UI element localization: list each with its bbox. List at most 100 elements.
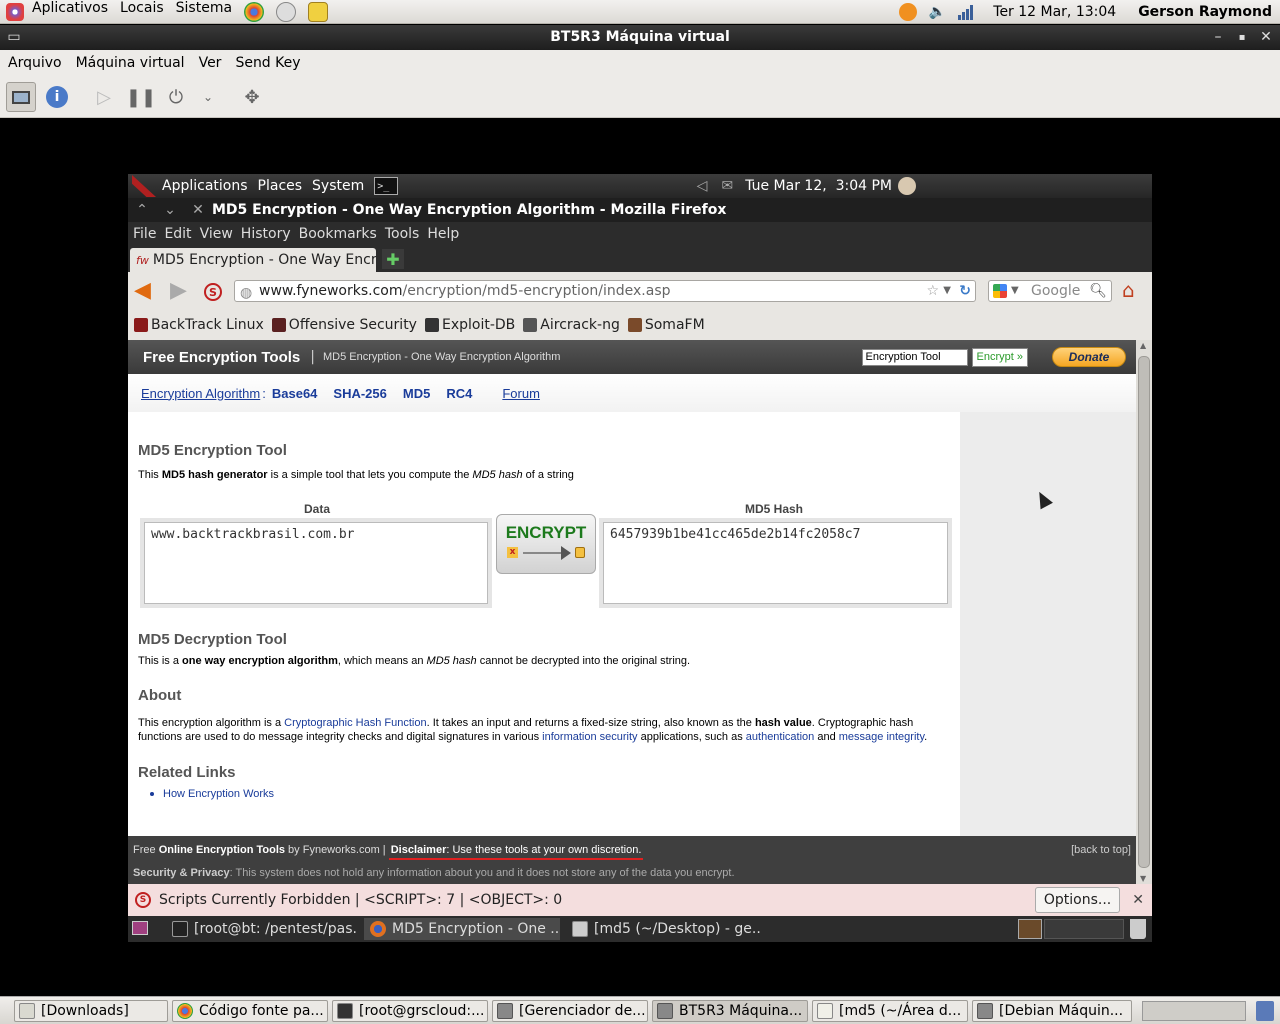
- ff-menu-view[interactable]: View: [200, 226, 233, 242]
- guest-task-terminal[interactable]: [root@bt: /pentest/pas...: [166, 918, 356, 940]
- guest-clock[interactable]: Tue Mar 12, 3:04 PM: [745, 178, 892, 194]
- reload-icon[interactable]: ↻: [959, 281, 971, 301]
- scroll-up-icon[interactable]: ▲: [1140, 341, 1146, 350]
- volume-icon[interactable]: 🔈: [929, 4, 946, 20]
- ff-menu-bookmarks[interactable]: Bookmarks: [299, 226, 377, 242]
- host-clock[interactable]: Ter 12 Mar, 13:04: [993, 4, 1116, 20]
- guest-task-gedit[interactable]: [md5 (~/Desktop) - ge...: [566, 918, 762, 940]
- chrome-launcher-icon[interactable]: [244, 1, 265, 22]
- scrollbar-thumb[interactable]: [1138, 356, 1150, 868]
- google-engine-icon[interactable]: [993, 284, 1007, 298]
- ff-menu-tools[interactable]: Tools: [385, 226, 420, 242]
- nav-rc4[interactable]: RC4: [446, 386, 472, 401]
- nav-encryption-algorithm-link[interactable]: Encryption Algorithm: [141, 386, 260, 401]
- bookmark-exploit-db[interactable]: Exploit-DB: [424, 317, 515, 333]
- guest-mail-icon[interactable]: ✉: [721, 178, 733, 194]
- noscript-icon[interactable]: S: [204, 283, 222, 301]
- host-task-bt5r3-vm[interactable]: BT5R3 Máquina...: [652, 1000, 808, 1022]
- new-tab-button[interactable]: ✚: [382, 249, 404, 269]
- hash-textarea[interactable]: 6457939b1be41cc465de2b14fc2058c7: [603, 522, 948, 604]
- site-encrypt-button[interactable]: Encrypt »: [971, 347, 1028, 367]
- search-bar[interactable]: ▼ Google 🔍︎: [988, 280, 1112, 302]
- back-arrow-icon[interactable]: ◀: [134, 279, 151, 303]
- host-user-name[interactable]: Gerson Raymond: [1138, 4, 1272, 20]
- shutdown-menu-button[interactable]: ⌄: [193, 82, 223, 112]
- network-signal-icon[interactable]: [958, 4, 974, 20]
- bookmark-backtrack-linux[interactable]: BackTrack Linux: [134, 317, 264, 333]
- guest-volume-icon[interactable]: ◁: [697, 178, 708, 194]
- vm-menu-ver[interactable]: Ver: [199, 55, 222, 71]
- window-close-icon[interactable]: ✕: [184, 202, 212, 218]
- vm-menu-arquivo[interactable]: Arquivo: [8, 55, 62, 71]
- shutdown-button[interactable]: ⏻: [161, 82, 191, 112]
- link-cryptographic-hash-function[interactable]: Cryptographic Hash Function: [284, 717, 426, 729]
- site-search-input[interactable]: Encryption Tool: [861, 348, 968, 366]
- link-information-security[interactable]: information security: [542, 731, 637, 743]
- back-to-top-link[interactable]: [back to top]: [1071, 844, 1131, 856]
- maximize-icon[interactable]: ▪: [1230, 25, 1254, 50]
- nav-sha-256[interactable]: SHA-256: [333, 386, 386, 401]
- search-icon[interactable]: 🔍︎: [1089, 281, 1107, 301]
- vm-menu-maquina-virtual[interactable]: Máquina virtual: [76, 55, 185, 71]
- host-task-terminal[interactable]: [root@grscloud:...: [332, 1000, 488, 1022]
- link-how-encryption-works[interactable]: How Encryption Works: [163, 788, 274, 800]
- host-task-chrome[interactable]: Código fonte pa...: [172, 1000, 328, 1022]
- window-down-icon[interactable]: ⌄: [156, 202, 184, 218]
- show-desktop-icon[interactable]: [132, 921, 148, 935]
- minimize-icon[interactable]: –: [1206, 25, 1230, 50]
- vm-menu-send-key[interactable]: Send Key: [235, 55, 300, 71]
- pause-button[interactable]: ❚❚: [126, 82, 156, 112]
- details-view-button[interactable]: i: [42, 82, 72, 112]
- trash-icon[interactable]: [1256, 1001, 1274, 1021]
- workspace-switcher[interactable]: [1044, 919, 1124, 939]
- link-authentication[interactable]: authentication: [746, 731, 815, 743]
- nav-forum[interactable]: Forum: [502, 386, 540, 401]
- run-button[interactable]: ▷: [89, 82, 119, 112]
- ff-menu-help[interactable]: Help: [427, 226, 459, 242]
- workspace-switcher[interactable]: [1142, 1001, 1246, 1021]
- vm-window-titlebar[interactable]: ▭ BT5R3 Máquina virtual – ▪ ✕: [0, 25, 1280, 50]
- disk-utility-icon[interactable]: [276, 1, 297, 22]
- encrypt-big-button[interactable]: ENCRYPT x: [496, 514, 596, 574]
- bookmark-star-icon[interactable]: ☆: [926, 281, 939, 301]
- ff-menu-edit[interactable]: Edit: [164, 226, 191, 242]
- host-task-vm-manager[interactable]: [Gerenciador de...: [492, 1000, 648, 1022]
- guest-user-icon[interactable]: [898, 177, 916, 195]
- url-bar[interactable]: ◍ www.fyneworks.com/encryption/md5-encry…: [234, 280, 976, 302]
- guest-menu-applications[interactable]: Applications: [162, 178, 248, 194]
- home-icon[interactable]: ⌂: [1122, 279, 1144, 301]
- ff-menu-file[interactable]: File: [133, 226, 156, 242]
- window-up-icon[interactable]: ⌃: [128, 202, 156, 218]
- bookmark-offensive-security[interactable]: Offensive Security: [271, 317, 417, 333]
- terminal-launcher-icon[interactable]: >_: [374, 177, 399, 195]
- update-notifier-icon[interactable]: [898, 2, 917, 21]
- console-view-button[interactable]: [6, 82, 36, 112]
- host-task-downloads[interactable]: [Downloads]: [14, 1000, 168, 1022]
- scroll-down-icon[interactable]: ▼: [1140, 874, 1146, 883]
- host-task-gedit[interactable]: [md5 (~/Área d...: [812, 1000, 968, 1022]
- host-menu-aplicativos[interactable]: Aplicativos: [30, 0, 114, 24]
- nav-md5[interactable]: MD5: [403, 386, 430, 401]
- data-textarea[interactable]: www.backtrackbrasil.com.br: [144, 522, 488, 604]
- nav-base64[interactable]: Base64: [272, 386, 318, 401]
- guest-menu-system[interactable]: System: [312, 178, 364, 194]
- search-engine-dropdown-icon[interactable]: ▼: [1011, 281, 1019, 301]
- host-menu-locais[interactable]: Locais: [114, 0, 170, 24]
- site-brand[interactable]: Free Encryption Tools: [143, 349, 300, 366]
- donate-button[interactable]: Donate: [1052, 347, 1126, 367]
- forward-arrow-icon[interactable]: ▶: [170, 279, 187, 303]
- firefox-titlebar[interactable]: ⌃ ⌄ ✕ MD5 Encryption - One Way Encryptio…: [128, 198, 1152, 222]
- ff-menu-history[interactable]: History: [241, 226, 291, 242]
- text-editor-icon[interactable]: [308, 1, 329, 22]
- trash-icon[interactable]: [1130, 919, 1146, 939]
- gnome-foot-icon[interactable]: [6, 2, 24, 21]
- fullscreen-button[interactable]: ✥: [237, 82, 267, 112]
- tab-md5-encryption[interactable]: fw MD5 Encryption - One Way Encr...: [130, 248, 376, 272]
- link-message-integrity[interactable]: message integrity: [839, 731, 924, 743]
- bookmark-somafm[interactable]: SomaFM: [627, 317, 705, 333]
- host-menu-sistema[interactable]: Sistema: [170, 0, 238, 24]
- guest-menu-places[interactable]: Places: [258, 178, 303, 194]
- workspace-firefox-icon[interactable]: [1018, 919, 1042, 939]
- noscript-options-button[interactable]: Options...: [1034, 887, 1121, 913]
- guest-task-firefox[interactable]: MD5 Encryption - One ...: [364, 918, 560, 940]
